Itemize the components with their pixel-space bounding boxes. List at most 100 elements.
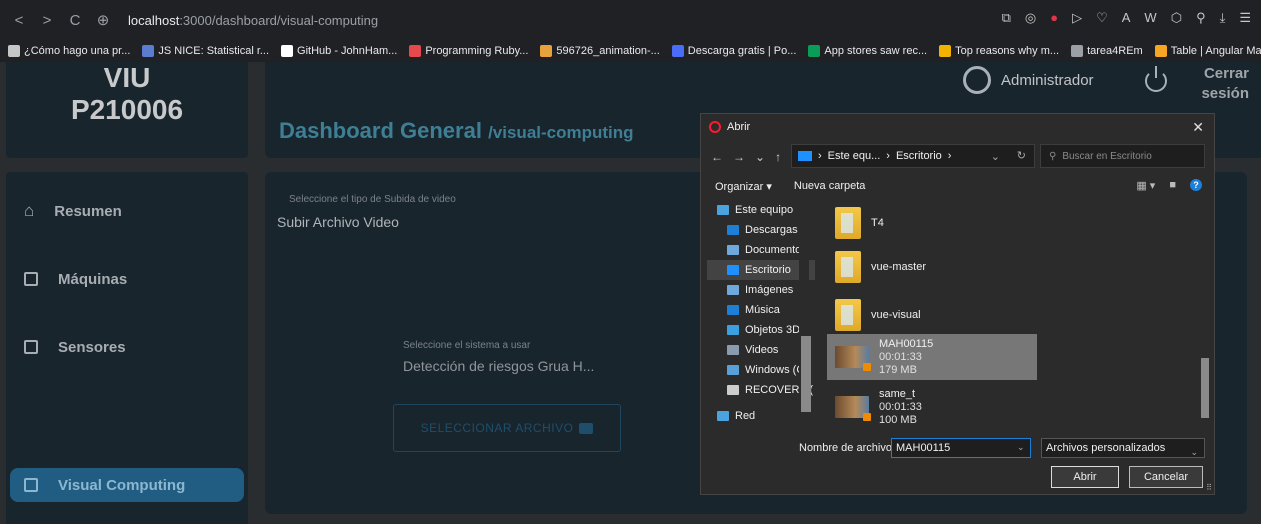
sidebar-item-resumen[interactable]: ⌂ Resumen bbox=[10, 194, 244, 228]
open-button[interactable]: Abrir bbox=[1051, 466, 1119, 488]
search-placeholder: Buscar en Escritorio bbox=[1062, 150, 1152, 162]
screenshot-icon[interactable]: ⧉ bbox=[1002, 10, 1011, 26]
grid-calendar-icon bbox=[24, 340, 38, 354]
chevron-down-icon[interactable]: ⌄ bbox=[991, 150, 1000, 163]
bookmark-favicon-icon bbox=[939, 45, 952, 57]
bookmark-item[interactable]: Top reasons why m... bbox=[939, 45, 1059, 57]
bookmark-label: 596726_animation-... bbox=[556, 45, 660, 57]
resize-grip-icon[interactable]: ⠿ bbox=[1206, 483, 1212, 492]
camera-icon bbox=[579, 422, 594, 434]
cancel-button[interactable]: Cancelar bbox=[1129, 466, 1203, 488]
sidebar-item-sensores[interactable]: Sensores bbox=[10, 330, 244, 364]
sidebar: ⌂ Resumen Máquinas Sensores Visual Comput… bbox=[6, 172, 248, 524]
logo-line1: VIU bbox=[103, 62, 151, 93]
sidebar-item-maquinas[interactable]: Máquinas bbox=[10, 262, 244, 296]
back-arrow-icon[interactable]: ← bbox=[711, 150, 723, 164]
refresh-icon[interactable]: ↻ bbox=[1017, 149, 1026, 162]
power-icon[interactable] bbox=[1145, 66, 1167, 92]
file-name: vue-visual bbox=[871, 308, 921, 321]
search-input[interactable]: ⚲ Buscar en Escritorio bbox=[1040, 144, 1205, 168]
bookmark-item[interactable]: Descarga gratis | Po... bbox=[671, 45, 796, 57]
bookmark-label: tarea4REm bbox=[1087, 45, 1143, 57]
up-arrow-icon[interactable]: ↑ bbox=[775, 150, 781, 164]
tree-scrollbar[interactable] bbox=[799, 200, 811, 428]
tree-item-label: Imágenes bbox=[745, 284, 794, 296]
reload-icon[interactable]: C bbox=[64, 9, 86, 31]
files-scrollbar[interactable] bbox=[1199, 200, 1211, 428]
robot-icon bbox=[24, 478, 38, 492]
camera-icon[interactable]: ◎ bbox=[1025, 10, 1036, 26]
folder-item[interactable]: vue-master bbox=[827, 244, 1037, 290]
bookmark-favicon-icon bbox=[808, 45, 821, 57]
preview-pane-icon[interactable]: ■ bbox=[1169, 179, 1176, 192]
pocket-icon[interactable]: ● bbox=[1050, 10, 1058, 26]
send-icon[interactable]: ▷ bbox=[1072, 10, 1082, 26]
sidebar-item-label: Máquinas bbox=[58, 270, 128, 288]
bookmark-item[interactable]: GitHub - JohnHam... bbox=[281, 45, 397, 57]
bookmark-item[interactable]: JS NICE: Statistical r... bbox=[142, 45, 269, 57]
address-path[interactable]: › Este equ... › Escritorio › ⌄ ↻ bbox=[791, 144, 1035, 168]
path-segment[interactable]: Escritorio bbox=[896, 150, 942, 162]
filetype-select[interactable]: Archivos personalizados ⌄ bbox=[1041, 438, 1205, 458]
bookmark-item[interactable]: Table | Angular Mat... bbox=[1154, 45, 1261, 57]
system-label: Seleccione el sistema a usar bbox=[403, 340, 531, 351]
folder-item[interactable]: vue-visual bbox=[827, 292, 1037, 338]
sidebar-item-visual-computing[interactable]: Visual Computing bbox=[10, 468, 244, 502]
select-file-button[interactable]: SELECCIONAR ARCHIVO bbox=[393, 404, 621, 452]
folder-icon bbox=[727, 285, 739, 295]
bookmark-item[interactable]: ¿Cómo hago una pr... bbox=[8, 45, 130, 57]
file-list: T4 vue-master vue-visual MAH00115 00:01:33 17… bbox=[827, 200, 1201, 428]
address-bar[interactable]: localhost:3000/dashboard/visual-computin… bbox=[128, 13, 378, 28]
cube-icon[interactable]: ⬡ bbox=[1171, 10, 1182, 26]
organize-menu[interactable]: Organizar ▾ bbox=[715, 180, 772, 193]
heart-icon[interactable]: ♡ bbox=[1096, 10, 1108, 26]
back-icon[interactable]: < bbox=[8, 9, 30, 31]
logout-button[interactable]: Cerrar sesión bbox=[1197, 64, 1249, 104]
tree-scroll-thumb[interactable] bbox=[801, 336, 811, 412]
path-segment[interactable]: Este equ... bbox=[828, 150, 881, 162]
files-scroll-thumb[interactable] bbox=[1201, 358, 1209, 418]
file-item[interactable]: MAH00115 00:01:33 179 MB bbox=[827, 334, 1037, 380]
folder-icon bbox=[727, 225, 739, 235]
system-select[interactable]: Detección de riesgos Grua H... bbox=[403, 358, 594, 374]
user-menu[interactable]: Administrador bbox=[963, 66, 1094, 94]
profile-icon[interactable]: ⚲ bbox=[1196, 10, 1206, 26]
extension-w-icon[interactable]: W bbox=[1144, 10, 1156, 26]
upload-type-label: Seleccione el tipo de Subida de video bbox=[289, 194, 456, 205]
menu-icon[interactable]: ☰ bbox=[1239, 10, 1251, 26]
logo-line2: P210006 bbox=[70, 94, 184, 125]
forward-arrow-icon[interactable]: → bbox=[733, 150, 745, 164]
new-folder-button[interactable]: Nueva carpeta bbox=[794, 180, 866, 192]
download-icon[interactable]: ⤓ bbox=[1220, 10, 1226, 26]
tree-item-label: Este equipo bbox=[735, 204, 794, 216]
recent-chevron-icon[interactable]: ⌄ bbox=[755, 150, 765, 164]
bookmark-item[interactable]: Programming Ruby... bbox=[409, 45, 528, 57]
path-sep-icon: › bbox=[947, 150, 952, 162]
dialog-titlebar: Abrir bbox=[701, 114, 1214, 140]
font-icon[interactable]: A bbox=[1122, 10, 1131, 26]
chevron-down-icon[interactable]: ⌄ bbox=[1017, 442, 1025, 453]
file-open-dialog: Abrir ✕ ← → ⌄ ↑ › Este equ... › Escritor… bbox=[700, 113, 1215, 495]
file-item[interactable]: same_t 00:01:33 100 MB bbox=[827, 384, 1037, 428]
tree-item-label: Descargas bbox=[745, 224, 798, 236]
user-icon bbox=[963, 66, 991, 94]
bookmark-item[interactable]: 596726_animation-... bbox=[540, 45, 660, 57]
upload-type-value[interactable]: Subir Archivo Video bbox=[277, 214, 399, 230]
site-info-icon[interactable]: ⊕ bbox=[92, 9, 114, 31]
path-sep-icon: › bbox=[818, 150, 822, 162]
bookmark-item[interactable]: App stores saw rec... bbox=[808, 45, 927, 57]
help-icon[interactable]: ? bbox=[1190, 179, 1202, 191]
folder-item[interactable]: T4 bbox=[827, 200, 1037, 246]
folder-icon bbox=[727, 265, 739, 275]
file-meta: T4 bbox=[871, 217, 884, 230]
view-options-icon[interactable]: ▦ ▾ bbox=[1136, 179, 1155, 192]
filename-input[interactable]: MAH00115 bbox=[891, 438, 1031, 458]
tree-item-label: Windows (C: bbox=[745, 364, 808, 376]
close-icon[interactable]: ✕ bbox=[1192, 119, 1204, 136]
forward-icon[interactable]: > bbox=[36, 9, 58, 31]
url-path: :3000/dashboard/visual-computing bbox=[179, 12, 379, 28]
folder-icon bbox=[727, 385, 739, 395]
dialog-toolbar: Organizar ▾ Nueva carpeta ▦ ▾ ■ ? bbox=[701, 174, 1216, 198]
bookmark-item[interactable]: tarea4REm bbox=[1071, 45, 1143, 57]
file-meta: same_t 00:01:33 100 MB bbox=[879, 388, 922, 427]
